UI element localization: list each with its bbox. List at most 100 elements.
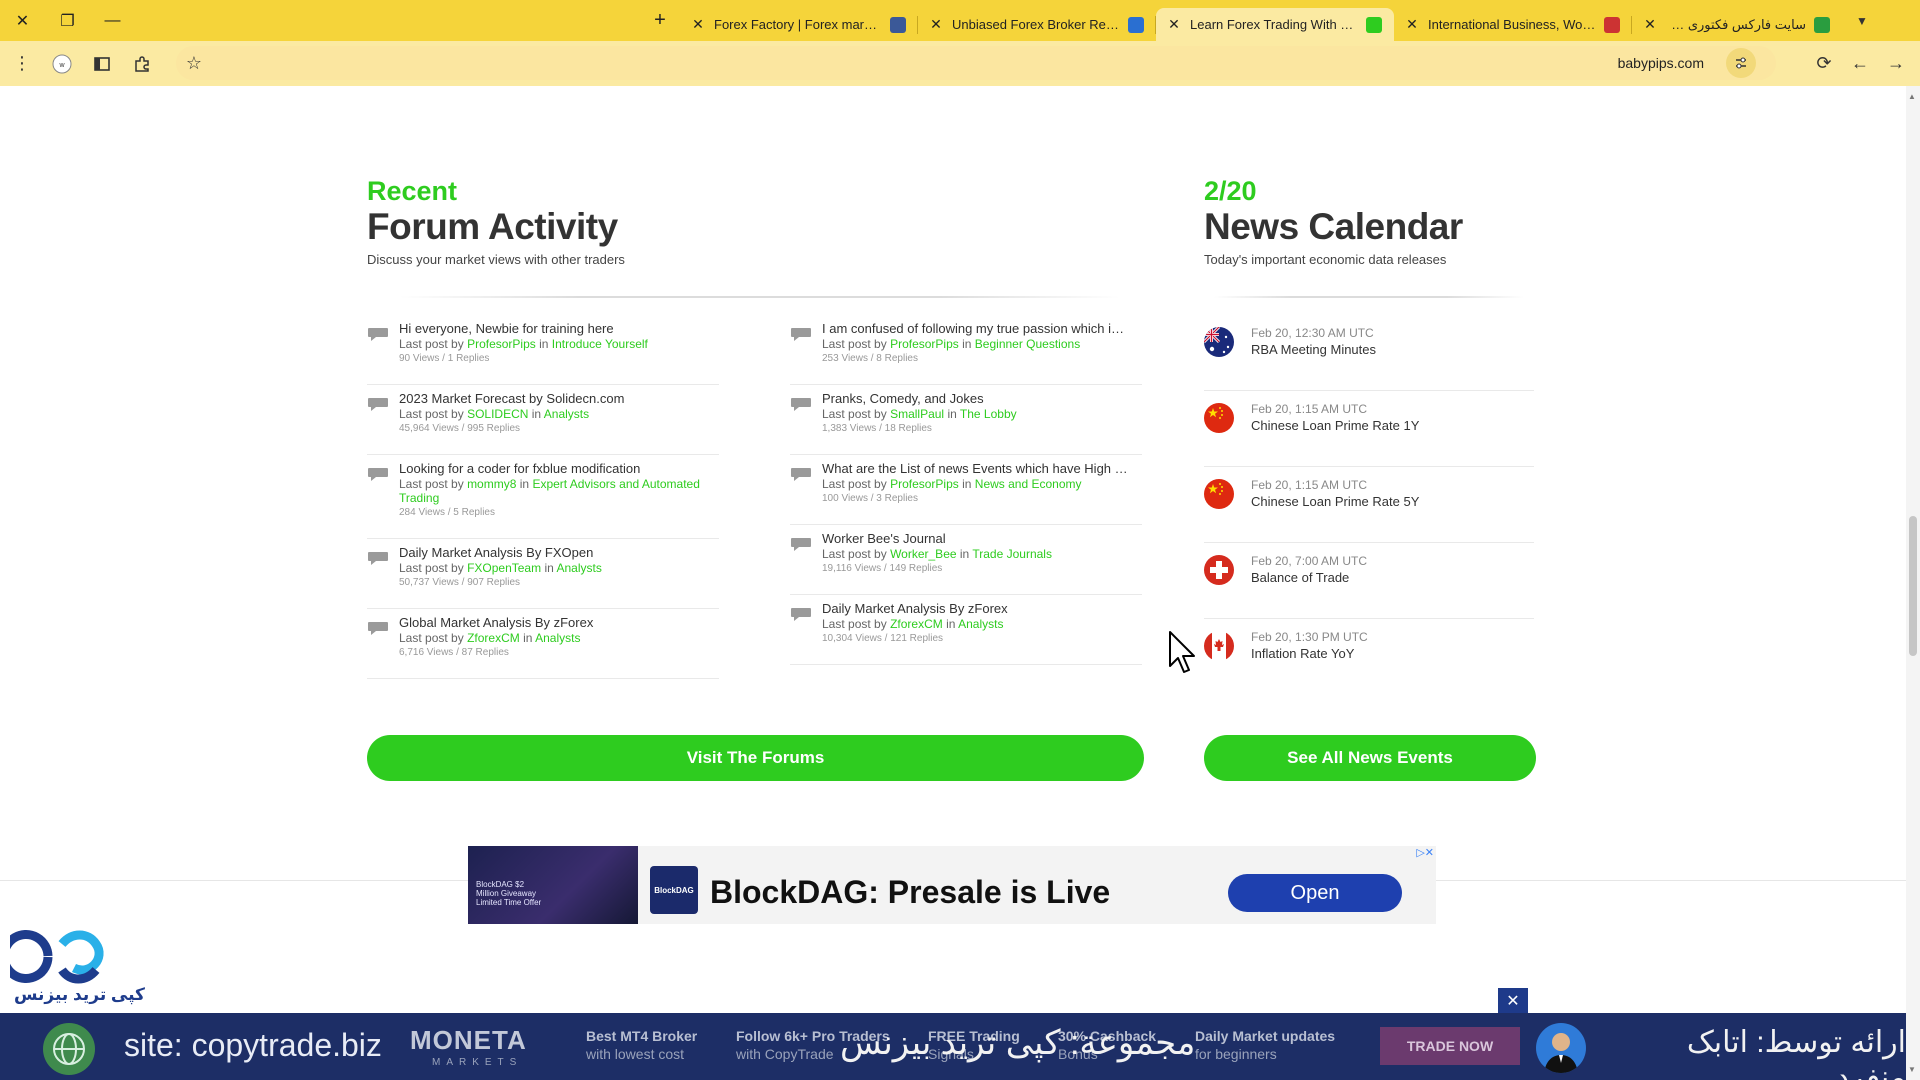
thread-meta: Last post by FXOpenTeam in Analysts — [399, 561, 602, 575]
thread-title[interactable]: 2023 Market Forecast by Solidecn.com — [399, 391, 719, 407]
thread-user-link[interactable]: ZforexCM — [467, 631, 520, 645]
news-event-row[interactable]: Feb 20, 1:30 PM UTC Inflation Rate YoY — [1204, 619, 1534, 695]
globe-icon — [43, 1023, 95, 1075]
news-event-row[interactable]: Feb 20, 12:30 AM UTC RBA Meeting Minutes — [1204, 315, 1534, 391]
news-event-name[interactable]: Chinese Loan Prime Rate 1Y — [1251, 417, 1534, 435]
tab-persian-site[interactable]: ✕ سایت فارکس فکتوری چیست ؟ — [1632, 8, 1842, 41]
thread-user-link[interactable]: ProfesorPips — [890, 337, 959, 351]
chat-bubble-icon — [790, 466, 812, 482]
ad-close-icon[interactable]: ✕ — [1498, 988, 1528, 1014]
news-event-name[interactable]: Chinese Loan Prime Rate 5Y — [1251, 493, 1534, 511]
switzerland-flag-icon — [1204, 555, 1234, 585]
thread-title[interactable]: Looking for a coder for fxblue modificat… — [399, 461, 719, 477]
scroll-thumb[interactable] — [1909, 516, 1917, 656]
thread-title[interactable]: What are the List of news Events which h… — [822, 461, 1142, 477]
tab-close-icon[interactable]: ✕ — [930, 16, 942, 33]
page-scrollbar[interactable]: ▲ ▼ — [1906, 86, 1920, 1080]
trade-now-button[interactable]: TRADE NOW — [1380, 1027, 1520, 1065]
forum-thread[interactable]: Global Market Analysis By zForex Last pos… — [367, 609, 719, 679]
site-url-text: site: copytrade.biz — [124, 1027, 382, 1063]
tab-international-business[interactable]: ✕ International Business, World N — [1394, 8, 1632, 41]
thread-title[interactable]: Worker Bee's Journal — [822, 531, 1142, 547]
thread-category-link[interactable]: Beginner Questions — [975, 337, 1080, 351]
thread-category-link[interactable]: Analysts — [556, 561, 601, 575]
sidebar-toggle-icon[interactable] — [84, 46, 120, 82]
tab-forex-factory[interactable]: ✕ Forex Factory | Forex markets fo — [680, 8, 918, 41]
forum-thread[interactable]: I am confused of following my true passi… — [790, 315, 1142, 385]
thread-user-link[interactable]: mommy8 — [467, 477, 516, 491]
thread-category-link[interactable]: The Lobby — [960, 407, 1017, 421]
profile-avatar-icon[interactable]: w — [44, 46, 80, 82]
visit-forums-button[interactable]: Visit The Forums — [367, 735, 1144, 781]
url-text: babypips.com — [1617, 55, 1704, 71]
news-event-name[interactable]: Balance of Trade — [1251, 569, 1534, 587]
thread-category-link[interactable]: Analysts — [535, 631, 580, 645]
address-bar[interactable]: ☆ babypips.com — [176, 46, 1776, 80]
site-settings-icon[interactable] — [1726, 48, 1756, 78]
tab-close-icon[interactable]: ✕ — [1168, 16, 1180, 33]
close-window-icon[interactable]: ✕ — [0, 0, 45, 41]
tab-close-icon[interactable]: ✕ — [692, 16, 704, 33]
thread-user-link[interactable]: ProfesorPips — [467, 337, 536, 351]
thread-user-link[interactable]: FXOpenTeam — [467, 561, 541, 575]
thread-user-link[interactable]: SOLIDECN — [467, 407, 528, 421]
forum-thread[interactable]: Worker Bee's Journal Last post by Worker_… — [790, 525, 1142, 595]
adchoices-icon[interactable]: ▷✕ — [1416, 846, 1434, 859]
tab-close-icon[interactable]: ✕ — [1644, 16, 1656, 33]
news-event-row[interactable]: Feb 20, 1:15 AM UTC Chinese Loan Prime Ra… — [1204, 391, 1534, 467]
forum-thread[interactable]: What are the List of news Events which h… — [790, 455, 1142, 525]
bookmark-star-icon[interactable]: ☆ — [176, 53, 212, 74]
chat-bubble-icon — [790, 536, 812, 552]
forum-thread[interactable]: Daily Market Analysis By FXOpen Last post… — [367, 539, 719, 609]
blockdag-ad[interactable]: BlockDAG $2 Million Giveaway Limited Tim… — [468, 846, 1436, 924]
restore-window-icon[interactable]: ❐ — [45, 0, 90, 41]
thread-user-link[interactable]: Worker_Bee — [890, 547, 956, 561]
australia-flag-icon — [1204, 327, 1234, 357]
forum-thread[interactable]: Looking for a coder for fxblue modificat… — [367, 455, 719, 539]
favicon-icon — [1814, 16, 1830, 33]
news-event-row[interactable]: Feb 20, 1:15 AM UTC Chinese Loan Prime Ra… — [1204, 467, 1534, 543]
news-event-name[interactable]: RBA Meeting Minutes — [1251, 341, 1534, 359]
ad-open-button[interactable]: Open — [1228, 874, 1402, 912]
back-arrow-icon[interactable]: ← — [1842, 45, 1878, 81]
news-event-name[interactable]: Inflation Rate YoY — [1251, 645, 1534, 663]
forum-thread[interactable]: Pranks, Comedy, and Jokes Last post by Sm… — [790, 385, 1142, 455]
extensions-puzzle-icon[interactable] — [124, 46, 160, 82]
thread-title[interactable]: Daily Market Analysis By zForex — [822, 601, 1142, 617]
new-tab-button[interactable]: + — [640, 0, 680, 41]
forum-eyebrow: Recent — [367, 176, 458, 206]
forward-arrow-icon[interactable]: → — [1878, 45, 1914, 81]
scroll-down-icon[interactable]: ▼ — [1908, 1065, 1916, 1074]
thread-meta: Last post by Worker_Bee in Trade Journal… — [822, 547, 1052, 561]
minimize-window-icon[interactable]: — — [90, 0, 135, 41]
tab-babypips[interactable]: ✕ Learn Forex Trading With BabyPi — [1156, 8, 1394, 41]
tab-close-icon[interactable]: ✕ — [1406, 16, 1418, 33]
thread-title[interactable]: Pranks, Comedy, and Jokes — [822, 391, 1142, 407]
thread-category-link[interactable]: Trade Journals — [972, 547, 1052, 561]
thread-user-link[interactable]: ZforexCM — [890, 617, 943, 631]
scroll-up-icon[interactable]: ▲ — [1908, 92, 1916, 101]
thread-title[interactable]: Global Market Analysis By zForex — [399, 615, 719, 631]
thread-meta: Last post by SmallPaul in The Lobby — [822, 407, 1017, 421]
thread-category-link[interactable]: Introduce Yourself — [552, 337, 648, 351]
tab-search-chevron-icon[interactable]: ▼ — [1842, 0, 1882, 41]
news-event-row[interactable]: Feb 20, 7:00 AM UTC Balance of Trade — [1204, 543, 1534, 619]
thread-title[interactable]: I am confused of following my true passi… — [822, 321, 1142, 337]
menu-kebab-icon[interactable]: ⋮ — [4, 46, 40, 82]
forum-thread[interactable]: Hi everyone, Newbie for training here Las… — [367, 315, 719, 385]
forum-thread[interactable]: 2023 Market Forecast by Solidecn.com Last… — [367, 385, 719, 455]
thread-title[interactable]: Daily Market Analysis By FXOpen — [399, 545, 719, 561]
thread-category-link[interactable]: Analysts — [958, 617, 1003, 631]
thread-category-link[interactable]: News and Economy — [975, 477, 1082, 491]
thread-title[interactable]: Hi everyone, Newbie for training here — [399, 321, 719, 337]
reload-icon[interactable]: ⟳ — [1806, 45, 1842, 81]
see-all-news-button[interactable]: See All News Events — [1204, 735, 1536, 781]
thread-category-link[interactable]: Analysts — [544, 407, 589, 421]
thread-user-link[interactable]: SmallPaul — [890, 407, 944, 421]
forum-thread[interactable]: Daily Market Analysis By zForex Last post… — [790, 595, 1142, 665]
thread-user-link[interactable]: ProfesorPips — [890, 477, 959, 491]
tab-broker-reviews[interactable]: ✕ Unbiased Forex Broker Reviews — [918, 8, 1156, 41]
persian-group-text: مجموعة: کپی ترید بیزنس — [840, 1024, 1196, 1062]
news-subtitle: Today's important economic data releases — [1204, 252, 1447, 267]
thread-stats: 100 Views / 3 Replies — [822, 493, 918, 504]
